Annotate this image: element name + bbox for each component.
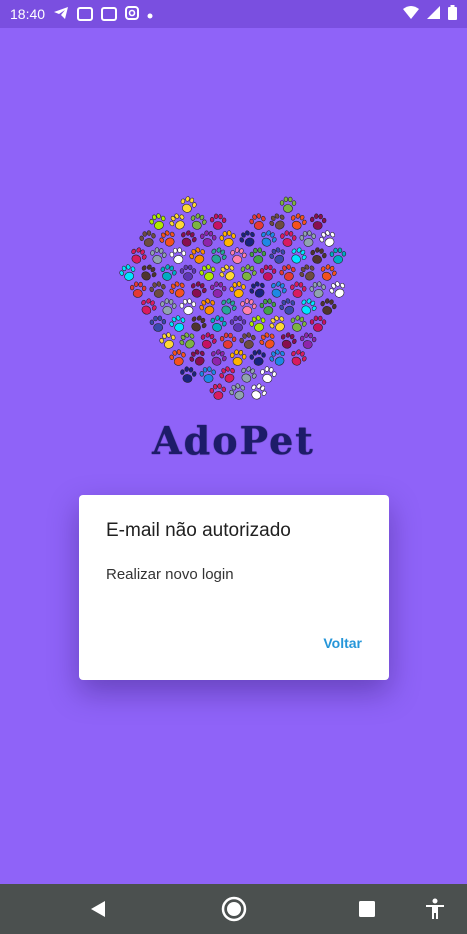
paw-heart-logo [105, 175, 363, 405]
instagram-icon [125, 5, 140, 23]
paw-print-icon [299, 332, 317, 349]
paw-print-icon [249, 247, 267, 264]
paw-print-icon [169, 247, 186, 264]
wifi-icon [403, 6, 419, 22]
paw-print-icon [149, 315, 167, 332]
home-icon[interactable] [209, 884, 259, 934]
signal-icon [427, 6, 440, 22]
recents-icon[interactable] [342, 884, 392, 934]
bag-icon [101, 7, 118, 21]
paw-print-icon [309, 315, 327, 332]
paw-print-icon [209, 383, 226, 400]
paw-print-icon [180, 366, 197, 383]
paw-print-icon [199, 366, 216, 383]
paw-print-icon [209, 213, 227, 230]
system-navigation-bar [0, 884, 467, 934]
alert-dialog: E-mail não autorizado Realizar novo logi… [79, 495, 389, 680]
battery-icon [448, 5, 457, 23]
telegram-icon [53, 6, 69, 23]
bag-icon [77, 7, 94, 21]
app-title: AdoPet [152, 418, 315, 463]
back-button[interactable]: Voltar [323, 635, 362, 651]
accessibility-icon[interactable] [410, 884, 460, 934]
paw-print-icon [229, 315, 247, 332]
paw-print-icon [329, 247, 347, 264]
status-system-icons [403, 5, 457, 23]
dialog-title: E-mail não autorizado [106, 520, 291, 541]
status-time: 18:40 [10, 6, 46, 22]
status-notification-icons [53, 5, 153, 23]
dot-icon [147, 6, 153, 22]
back-icon[interactable] [73, 884, 123, 934]
status-bar: 18:40 [0, 0, 467, 28]
dialog-message: Realizar novo login [106, 566, 234, 583]
